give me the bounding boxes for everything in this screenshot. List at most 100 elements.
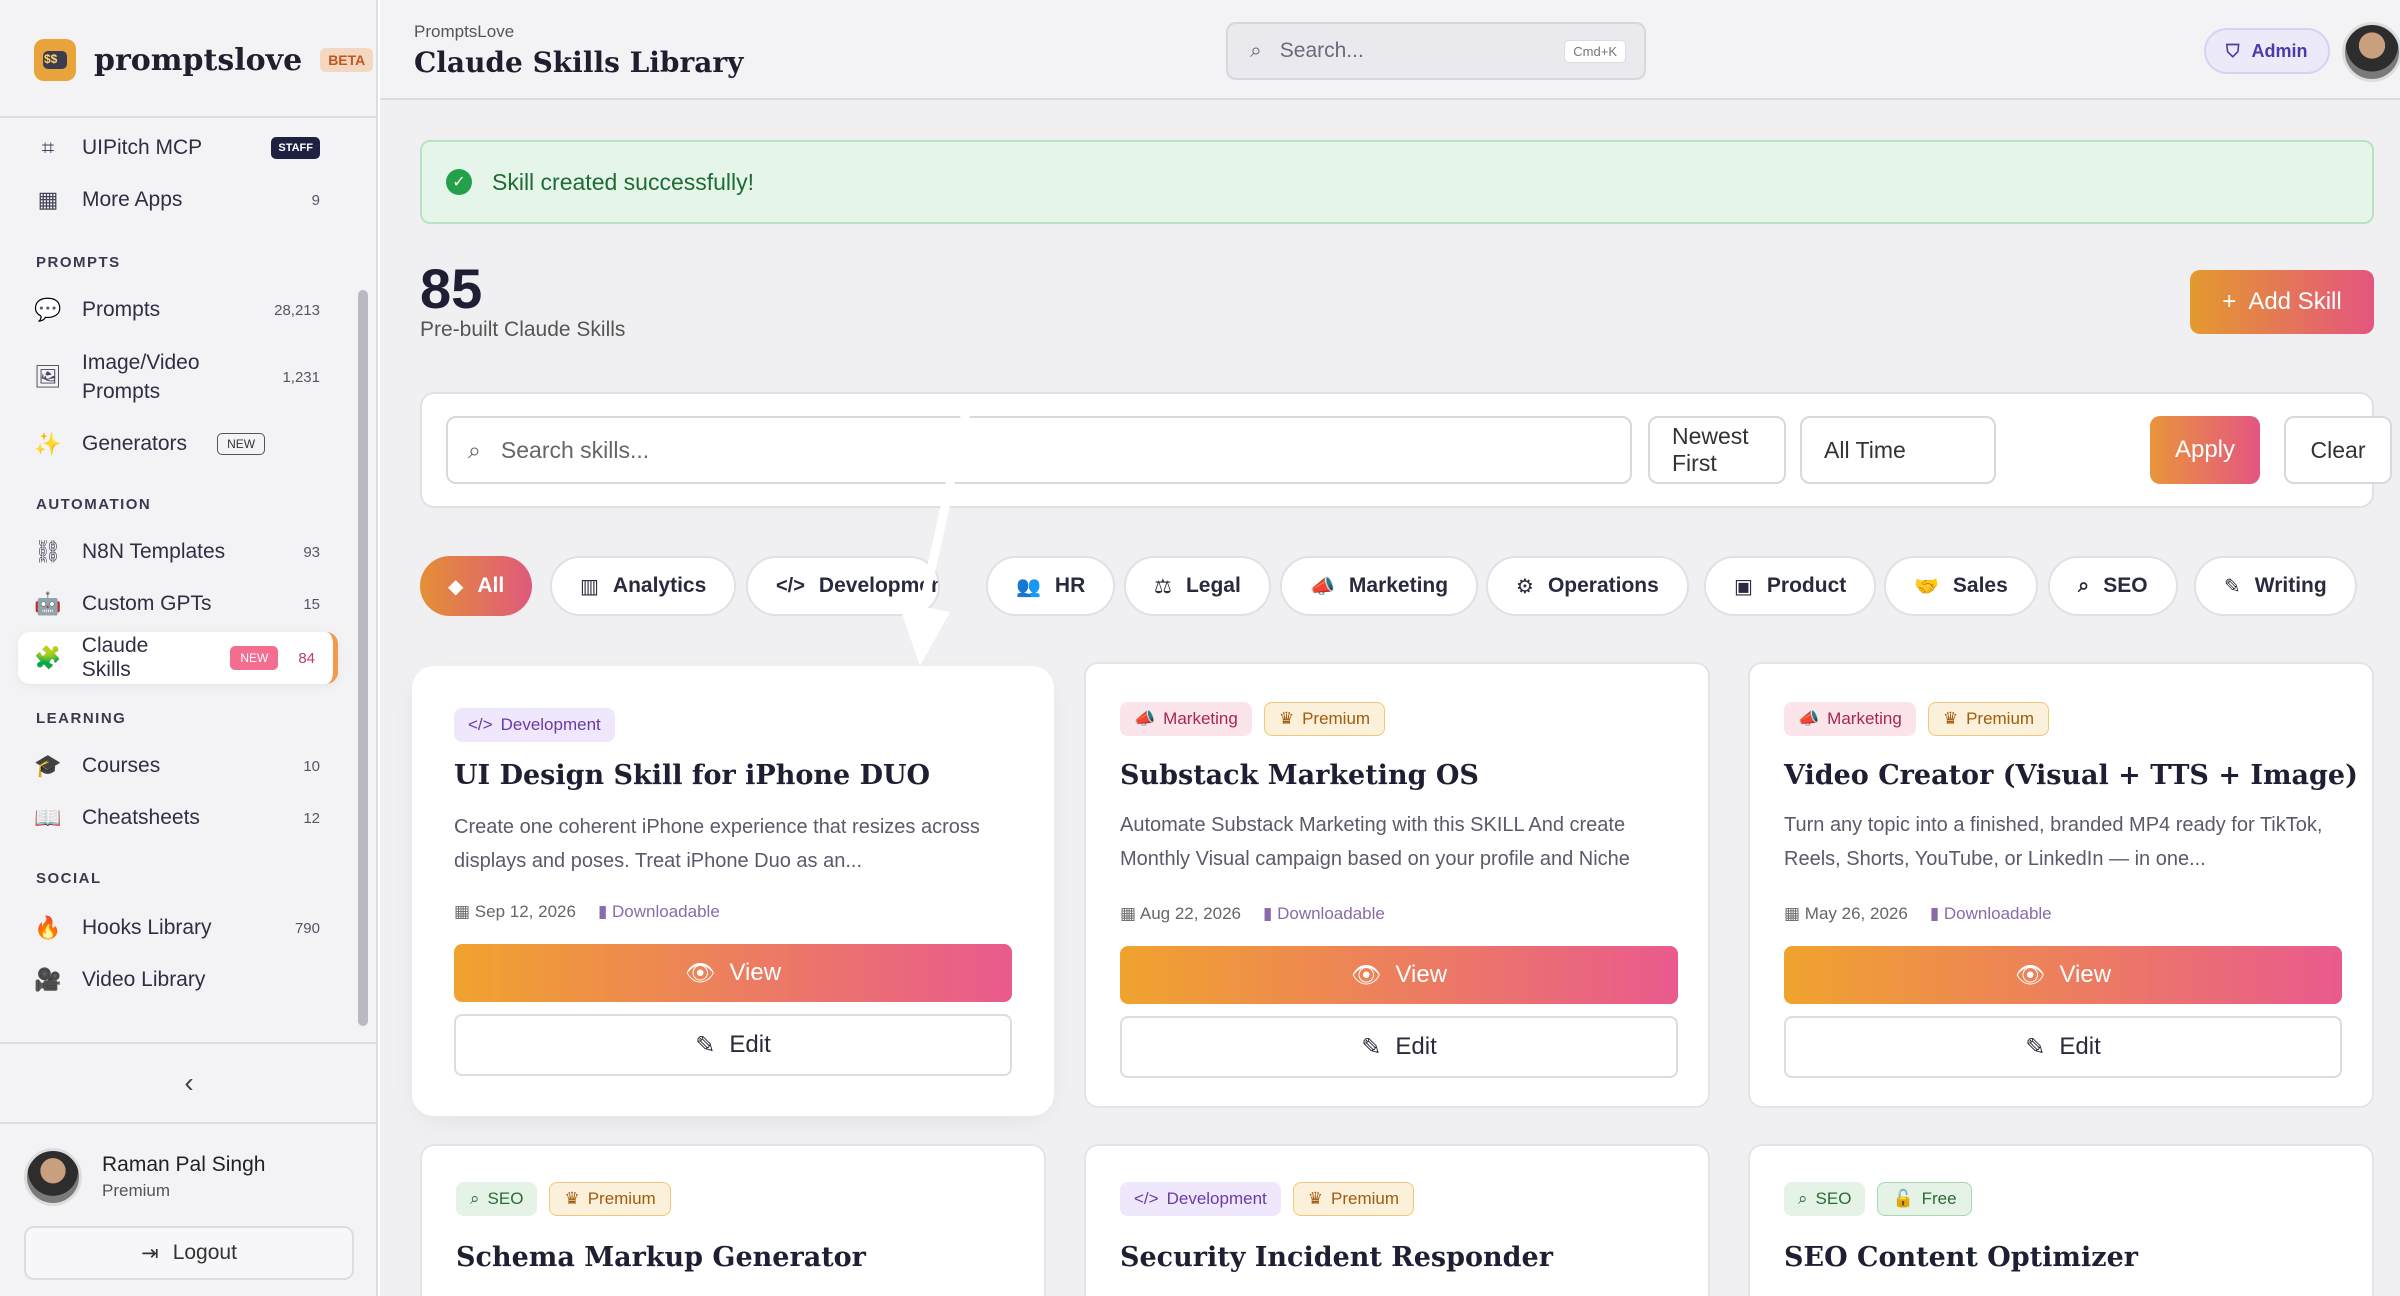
edit-label: Edit [1395, 1033, 1437, 1060]
edit-button[interactable]: ✎ Edit [1120, 1016, 1678, 1078]
card-title[interactable]: Video Creator (Visual + TTS + Image) [1784, 760, 2358, 791]
user-name: Raman Pal Singh [102, 1153, 266, 1176]
sidebar-item-video-library[interactable]: 🎥 Video Library [18, 954, 338, 1006]
card-title[interactable]: Security Incident Responder [1120, 1242, 1553, 1273]
calendar-icon: ▦ Sep 12, 2026 [454, 902, 576, 921]
tab-marketing[interactable]: 📣 Marketing [1280, 556, 1479, 616]
clear-button[interactable]: Clear [2284, 416, 2392, 484]
tag-list: ⌕ SEO ♛ Premium [456, 1182, 671, 1216]
calendar-icon: ▦ Aug 22, 2026 [1120, 904, 1242, 923]
tab-writing[interactable]: ✎ Writing [2194, 556, 2357, 616]
sidebar-item-more-apps[interactable]: ▦ More Apps 9 [18, 174, 338, 226]
logout-icon: ⇥ [141, 1241, 159, 1265]
sidebar-item-image-video-prompts[interactable]: 🖼 Image/Video Prompts 1,231 [18, 342, 338, 412]
header-avatar[interactable] [2342, 22, 2400, 82]
tag-label: Premium [1966, 709, 2035, 728]
tab-product[interactable]: ▣ Product [1704, 556, 1877, 616]
sidebar-item-cheatsheets[interactable]: 📖 Cheatsheets 12 [18, 792, 338, 844]
view-button[interactable]: 👁 View [1784, 946, 2342, 1004]
sidebar-item-claude-skills[interactable]: 🧩 Claude Skills NEW 84 [18, 632, 338, 684]
card-title[interactable]: UI Design Skill for iPhone DUO [454, 760, 930, 791]
skill-card[interactable]: ⌕ SEO 🔓 Free SEO Content Optimizer [1748, 1144, 2374, 1296]
tag-list: 📣 Marketing ♛ Premium [1120, 702, 1386, 736]
tab-hr[interactable]: 👥 HR [986, 556, 1116, 616]
count: 84 [298, 649, 315, 667]
tab-legal[interactable]: ⚖ Legal [1124, 556, 1271, 616]
breadcrumb[interactable]: PromptsLove [414, 22, 514, 42]
count: 93 [303, 543, 320, 561]
premium-tag: ♛ Premium [549, 1182, 671, 1216]
tab-analytics[interactable]: ▥ Analytics [550, 556, 737, 616]
check-circle-icon: ✓ [446, 169, 472, 195]
image-icon: 🖼 [34, 364, 62, 389]
edit-icon: ✎ [2025, 1033, 2046, 1061]
card-title[interactable]: Substack Marketing OS [1120, 760, 1479, 791]
tag-label: Premium [1302, 709, 1371, 728]
collapse-sidebar-button[interactable]: ‹ [0, 1042, 378, 1124]
count: 9 [311, 191, 320, 209]
brand[interactable]: promptslove BETA [34, 36, 374, 84]
add-skill-label: Add Skill [2248, 288, 2342, 315]
sidebar-item-n8n[interactable]: ⛓ N8N Templates 93 [18, 526, 338, 578]
workflow-icon: ⛓ [34, 539, 62, 564]
users-icon: 👥 [1016, 575, 1041, 598]
gears-icon: ⚙ [1516, 575, 1534, 598]
date: Aug 22, 2026 [1139, 904, 1242, 923]
tab-development[interactable]: </> Development [746, 556, 940, 616]
skills-search-input[interactable]: ⌕ Search skills... [446, 416, 1632, 484]
skill-card[interactable]: 📣 Marketing ♛ Premium Video Creator (Visua… [1748, 662, 2374, 1108]
sidebar-item-custom-gpts[interactable]: 🤖 Custom GPTs 15 [18, 578, 338, 630]
crown-icon: ♛ [1942, 709, 1959, 728]
global-search-input[interactable]: ⌕ Search... Cmd+K [1226, 22, 1646, 80]
book-icon: 📖 [34, 805, 62, 830]
sidebar-item-label: UIPitch MCP [82, 136, 203, 159]
tab-all[interactable]: ◆ All [420, 556, 533, 616]
crown-icon: ♛ [1278, 709, 1295, 728]
brand-name: promptslove [94, 42, 303, 78]
skill-card[interactable]: 📣 Marketing ♛ Premium Substack Marketing O… [1084, 662, 1710, 1108]
apply-button[interactable]: Apply [2150, 416, 2260, 484]
logo-icon [34, 39, 76, 81]
tab-sales[interactable]: 🤝 Sales [1884, 556, 2038, 616]
sidebar-item-uipitch[interactable]: ⌗ UIPitch MCP STAFF [18, 122, 338, 174]
time-select[interactable]: All Time [1800, 416, 1996, 484]
admin-button[interactable]: ⛉ Admin [2204, 28, 2330, 74]
view-button[interactable]: 👁 View [454, 944, 1012, 1002]
skill-card[interactable]: </> Development UI Design Skill for iPhon… [420, 674, 1046, 1108]
card-title[interactable]: Schema Markup Generator [456, 1242, 866, 1273]
user-profile[interactable]: Raman Pal Singh Premium [24, 1148, 265, 1206]
edit-button[interactable]: ✎ Edit [454, 1014, 1012, 1076]
sort-select[interactable]: Newest First [1648, 416, 1786, 484]
tab-label: Marketing [1348, 574, 1449, 597]
tag-label: Premium [587, 1189, 656, 1208]
tag-label: Marketing [1163, 709, 1238, 728]
category-tag: </> Development [1120, 1182, 1281, 1216]
tab-operations[interactable]: ⚙ Operations [1486, 556, 1689, 616]
sidebar-item-label: Generators [82, 432, 188, 455]
sidebar-scrollbar[interactable] [358, 290, 368, 1026]
tag-list: 📣 Marketing ♛ Premium [1784, 702, 2050, 736]
sidebar-item-courses[interactable]: 🎓 Courses 10 [18, 740, 338, 792]
skill-card[interactable]: ⌕ SEO ♛ Premium Schema Markup Generator [420, 1144, 1046, 1296]
search-placeholder: Search... [1279, 39, 1364, 62]
edit-button[interactable]: ✎ Edit [1784, 1016, 2342, 1078]
view-button[interactable]: 👁 View [1120, 946, 1678, 1004]
sidebar-item-hooks-library[interactable]: 🔥 Hooks Library 790 [18, 902, 338, 954]
sidebar-item-generators[interactable]: ✨ Generators NEW [18, 418, 338, 470]
add-skill-button[interactable]: + Add Skill [2190, 270, 2374, 334]
filter-bar: ⌕ Search skills... Newest First All Time… [420, 392, 2392, 508]
megaphone-icon: 📣 [1134, 709, 1156, 728]
sidebar-item-prompts[interactable]: 💬 Prompts 28,213 [18, 284, 338, 336]
card-description: Turn any topic into a finished, branded … [1784, 814, 2323, 870]
grid-icon: ▦ [37, 187, 59, 212]
edit-icon: ✎ [695, 1031, 716, 1059]
gavel-icon: ⚖ [1154, 575, 1172, 598]
skill-card[interactable]: </> Development ♛ Premium Security Inciden… [1084, 1144, 1710, 1296]
card-title[interactable]: SEO Content Optimizer [1784, 1242, 2138, 1273]
tab-seo[interactable]: ⌕ SEO [2048, 556, 2178, 616]
box-icon: ▣ [1734, 575, 1753, 598]
logout-button[interactable]: ⇥ Logout [24, 1226, 354, 1280]
skills-count: 85 [420, 257, 483, 320]
premium-tag: ♛ Premium [1263, 702, 1386, 736]
sidebar-item-label: Prompts [82, 298, 161, 321]
